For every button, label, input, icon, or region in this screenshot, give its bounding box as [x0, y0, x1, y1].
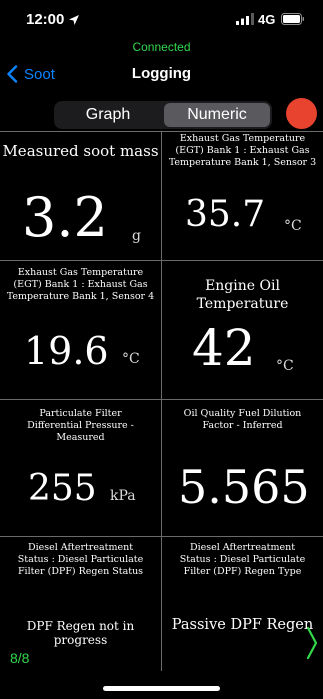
page-indicator: 8/8	[10, 650, 30, 666]
measurement-label: Exhaust Gas Temperature (EGT) Bank 1 : E…	[6, 267, 155, 302]
measurement-cell[interactable]: Engine Oil Temperature 42 °C	[162, 261, 323, 399]
measurement-value: 19.6	[24, 329, 109, 373]
measurement-label: Measured soot mass	[2, 142, 159, 160]
view-mode-segmented-control: Graph Numeric	[54, 101, 272, 129]
record-button[interactable]	[286, 98, 317, 129]
measurement-value: 35.7	[185, 194, 266, 235]
segment-graph[interactable]: Graph	[56, 103, 160, 127]
home-indicator	[103, 686, 220, 691]
measurement-unit: g	[132, 228, 141, 244]
measurement-label: Particulate Filter Differential Pressure…	[27, 408, 134, 443]
location-arrow-icon	[69, 15, 79, 25]
measurement-cell[interactable]: Measured soot mass 3.2 g	[0, 132, 161, 260]
measurement-value: 3.2	[22, 186, 108, 249]
measurement-value: 5.565	[178, 460, 310, 514]
signal-bars-icon	[236, 13, 254, 25]
battery-icon	[281, 13, 304, 25]
measurement-label: Diesel Aftertreatment Status : Diesel Pa…	[17, 542, 144, 577]
status-time: 12:00	[26, 11, 65, 28]
measurement-value: 42	[192, 319, 256, 377]
measurement-value: Passive DPF Regen	[171, 617, 314, 633]
measurement-label: Diesel Aftertreatment Status : Diesel Pa…	[179, 542, 306, 577]
chevron-right-icon[interactable]	[305, 626, 319, 660]
measurement-cell[interactable]: Oil Quality Fuel Dilution Factor - Infer…	[162, 400, 323, 536]
measurement-cell[interactable]: Particulate Filter Differential Pressure…	[0, 400, 161, 536]
measurement-unit: kPa	[110, 488, 136, 504]
measurement-label: Engine Oil Temperature	[196, 278, 289, 312]
connection-status: Connected	[132, 40, 191, 54]
measurement-value: DPF Regen not in progress	[26, 619, 135, 647]
segment-numeric[interactable]: Numeric	[164, 103, 270, 127]
measurement-cell[interactable]: Exhaust Gas Temperature (EGT) Bank 1 : E…	[162, 132, 323, 260]
measurement-unit: °C	[122, 351, 140, 367]
measurement-unit: °C	[284, 218, 302, 234]
measurement-cell[interactable]: Exhaust Gas Temperature (EGT) Bank 1 : E…	[0, 261, 161, 399]
measurement-unit: °C	[276, 358, 294, 374]
page-title: Logging	[131, 65, 192, 82]
network-type: 4G	[258, 12, 276, 27]
measurement-label: Oil Quality Fuel Dilution Factor - Infer…	[183, 408, 302, 431]
measurement-label: Exhaust Gas Temperature (EGT) Bank 1 : E…	[168, 133, 317, 168]
measurement-value: 255	[28, 468, 97, 509]
measurement-cell[interactable]: Diesel Aftertreatment Status : Diesel Pa…	[162, 537, 323, 671]
